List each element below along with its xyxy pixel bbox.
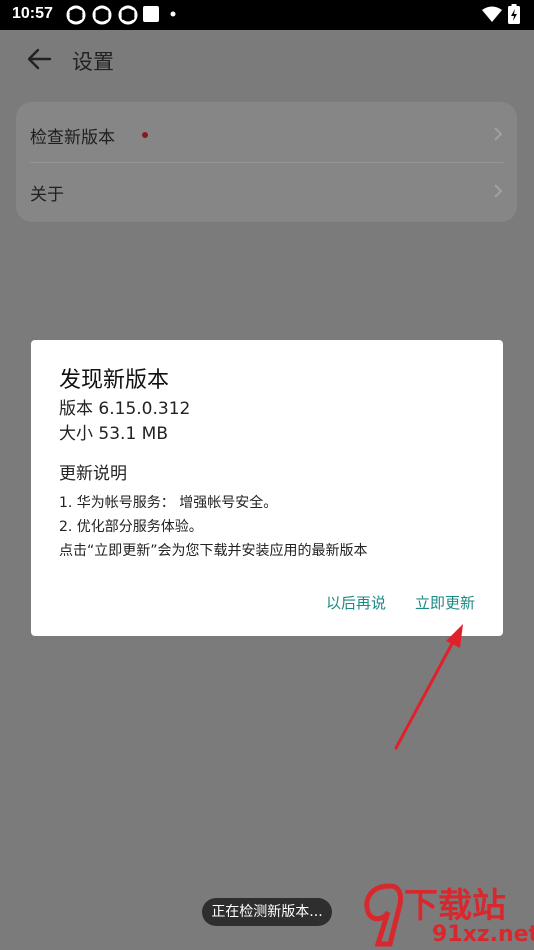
status-bar: 10:57 <box>0 0 534 30</box>
toast-message: 正在检测新版本... <box>202 898 332 926</box>
app-notification-icon <box>66 5 86 25</box>
size-text: 大小 53.1 MB <box>59 424 168 444</box>
changelog-note: 1. 华为帐号服务： 增强帐号安全。 <box>59 495 278 511</box>
app-notification-icon <box>118 5 138 25</box>
later-button[interactable]: 以后再说 <box>326 592 386 613</box>
settings-item-about[interactable]: 关于 <box>30 163 503 219</box>
chevron-right-icon <box>494 127 503 141</box>
battery-charging-icon <box>508 4 520 24</box>
page-title: 设置 <box>72 50 114 74</box>
version-text: 版本 6.15.0.312 <box>59 399 191 419</box>
status-time: 10:57 <box>12 5 53 22</box>
square-notification-icon <box>143 6 159 22</box>
settings-item-label: 检查新版本 <box>30 128 115 148</box>
app-bar: 设置 <box>0 30 534 88</box>
changelog-title: 更新说明 <box>59 464 127 484</box>
dialog-title: 发现新版本 <box>59 368 170 393</box>
changelog-note: 点击“立即更新”会为您下载并安装应用的最新版本 <box>59 543 368 559</box>
update-now-button[interactable]: 立即更新 <box>415 592 475 613</box>
update-dialog: 发现新版本 版本 6.15.0.312 大小 53.1 MB 更新说明 1. 华… <box>31 340 503 636</box>
changelog-note: 2. 优化部分服务体验。 <box>59 519 203 535</box>
settings-list: 检查新版本 关于 <box>16 102 517 222</box>
watermark-logo: 下载站 91xz.net <box>360 878 534 950</box>
watermark-url: 91xz.net <box>432 922 534 947</box>
watermark-text: 下载站 <box>404 886 506 926</box>
new-version-badge <box>142 132 148 138</box>
back-arrow-icon[interactable] <box>26 46 54 72</box>
more-notifications-dot-icon <box>170 11 176 17</box>
wifi-icon <box>482 6 502 22</box>
app-notification-icon <box>92 5 112 25</box>
settings-item-label: 关于 <box>30 185 64 205</box>
watermark-logo-icon <box>364 883 403 947</box>
settings-item-check-update[interactable]: 检查新版本 <box>30 106 503 162</box>
chevron-right-icon <box>494 184 503 198</box>
